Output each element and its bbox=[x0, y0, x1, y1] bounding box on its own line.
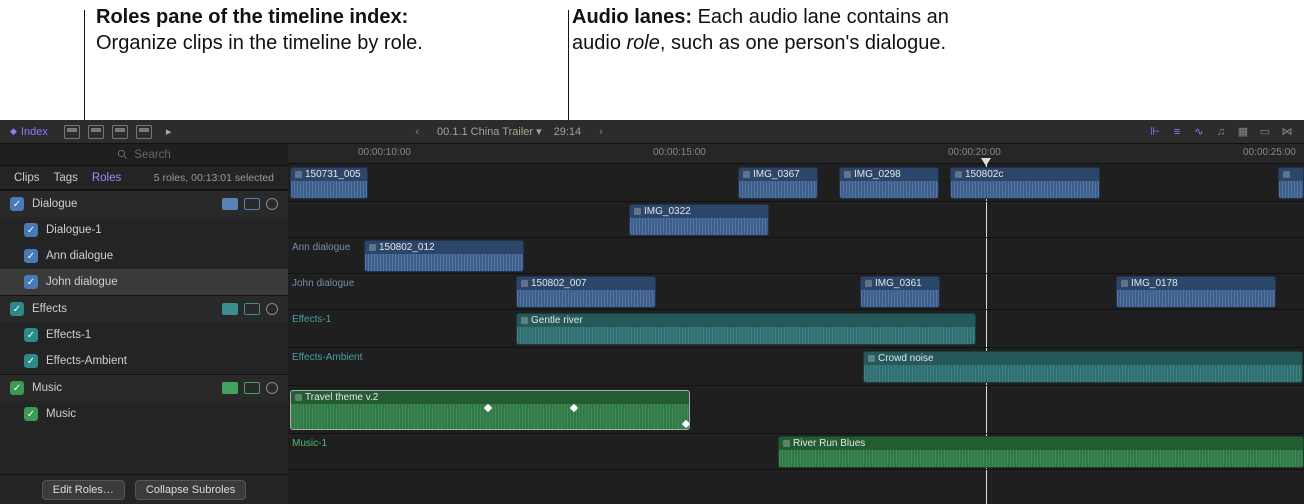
checkbox-icon[interactable] bbox=[24, 223, 38, 237]
layout-icon-1[interactable] bbox=[64, 125, 80, 139]
audio-skimming-icon[interactable]: ≡ bbox=[1170, 125, 1184, 139]
callout-roles-pane: Roles pane of the timeline index: Organi… bbox=[96, 4, 456, 56]
trim-icon[interactable]: ⋈ bbox=[1280, 125, 1294, 139]
clip[interactable]: IMG_0367 bbox=[738, 167, 818, 199]
checkbox-icon[interactable] bbox=[24, 354, 38, 368]
index-status: 5 roles, 00:13:01 selected bbox=[154, 172, 274, 184]
clip[interactable]: Gentle river bbox=[516, 313, 976, 345]
clip[interactable]: River Run Blues bbox=[778, 436, 1304, 468]
clip[interactable]: IMG_0178 bbox=[1116, 276, 1276, 308]
clip[interactable]: Crowd noise bbox=[863, 351, 1303, 383]
checkbox-icon[interactable] bbox=[10, 381, 24, 395]
search-placeholder: Search bbox=[134, 149, 170, 161]
checkbox-icon[interactable] bbox=[10, 197, 24, 211]
clip[interactable]: 150802c bbox=[950, 167, 1100, 199]
ruler-tick: 00:00:10:00 bbox=[358, 147, 411, 158]
index-button[interactable]: Index bbox=[0, 126, 58, 138]
callout-audio-lanes-bold: Audio lanes: bbox=[572, 6, 692, 28]
clip[interactable]: 150802_007 bbox=[516, 276, 656, 308]
clip[interactable]: IMG_0322 bbox=[629, 204, 769, 236]
timeline-index-sidebar: Search Clips Tags Roles 5 roles, 00:13:0… bbox=[0, 144, 288, 504]
clip[interactable]: 150731_005 bbox=[290, 167, 368, 199]
clip[interactable]: IMG_0298 bbox=[839, 167, 939, 199]
skimming-icon[interactable]: ⊩ bbox=[1148, 125, 1162, 139]
show-lane-icon[interactable] bbox=[222, 303, 238, 315]
collapse-subroles-button[interactable]: Collapse Subroles bbox=[135, 480, 246, 500]
clip[interactable]: IMG_0361 bbox=[860, 276, 940, 308]
lane-primary-sub: IMG_0322 bbox=[288, 202, 1304, 238]
callout-roles-pane-bold: Roles pane of the timeline index: bbox=[96, 6, 408, 28]
search-icon bbox=[117, 149, 128, 160]
time-ruler[interactable]: 00:00:10:00 00:00:15:00 00:00:20:00 00:0… bbox=[288, 144, 1304, 164]
tab-roles[interactable]: Roles bbox=[92, 172, 121, 184]
checkbox-icon[interactable] bbox=[24, 407, 38, 421]
ruler-tick: 00:00:20:00 bbox=[948, 147, 1001, 158]
tab-clips[interactable]: Clips bbox=[14, 172, 40, 184]
lane-john-dialogue: John dialogue 150802_007 IMG_0361 IMG_01… bbox=[288, 274, 1304, 310]
snapping-icon[interactable]: ▦ bbox=[1236, 125, 1250, 139]
app-window: Index ▸ ‹ 00.1.1 China Trailer ▾ 29:14 ›… bbox=[0, 120, 1304, 504]
display-icon[interactable]: ▭ bbox=[1258, 125, 1272, 139]
subrole-effects-ambient[interactable]: Effects-Ambient bbox=[0, 348, 288, 374]
focus-lane-icon[interactable] bbox=[244, 382, 260, 394]
layout-icon-3[interactable] bbox=[112, 125, 128, 139]
show-lane-icon[interactable] bbox=[222, 198, 238, 210]
clip[interactable]: 150802_012 bbox=[364, 240, 524, 272]
subrole-effects-1[interactable]: Effects-1 bbox=[0, 322, 288, 348]
focus-lane-icon[interactable] bbox=[244, 198, 260, 210]
clip[interactable] bbox=[1278, 167, 1304, 199]
checkbox-icon[interactable] bbox=[24, 249, 38, 263]
next-edit-icon[interactable]: › bbox=[593, 126, 609, 138]
timeline-toolbar: Index ▸ ‹ 00.1.1 China Trailer ▾ 29:14 ›… bbox=[0, 120, 1304, 144]
project-name[interactable]: 00.1.1 China Trailer ▾ bbox=[437, 125, 542, 138]
edit-roles-button[interactable]: Edit Roles… bbox=[42, 480, 125, 500]
prev-edit-icon[interactable]: ‹ bbox=[409, 126, 425, 138]
role-toggle-icon[interactable] bbox=[266, 382, 278, 394]
search-field[interactable]: Search bbox=[0, 144, 288, 166]
show-lane-icon[interactable] bbox=[222, 382, 238, 394]
checkbox-icon[interactable] bbox=[10, 302, 24, 316]
lane-ann-dialogue: Ann dialogue 150802_012 bbox=[288, 238, 1304, 274]
lane-effects-1: Effects-1 Gentle river bbox=[288, 310, 1304, 348]
pointer-tool-icon[interactable]: ▸ bbox=[158, 125, 180, 138]
role-group-effects[interactable]: Effects bbox=[0, 296, 288, 322]
role-toggle-icon[interactable] bbox=[266, 303, 278, 315]
clip-selected[interactable]: Travel theme v.2 bbox=[290, 390, 690, 430]
checkbox-icon[interactable] bbox=[24, 275, 38, 289]
roles-list: Dialogue Dialogue-1 Ann dialogue bbox=[0, 190, 288, 474]
focus-lane-icon[interactable] bbox=[244, 303, 260, 315]
role-group-dialogue[interactable]: Dialogue bbox=[0, 191, 288, 217]
headphones-icon[interactable]: ♫ bbox=[1214, 125, 1228, 139]
subrole-ann-dialogue[interactable]: Ann dialogue bbox=[0, 243, 288, 269]
lane-effects-ambient: Effects-Ambient Crowd noise bbox=[288, 348, 1304, 386]
timeline-area[interactable]: 00:00:10:00 00:00:15:00 00:00:20:00 00:0… bbox=[288, 144, 1304, 504]
layout-icon-2[interactable] bbox=[88, 125, 104, 139]
role-toggle-icon[interactable] bbox=[266, 198, 278, 210]
subrole-dialogue-1[interactable]: Dialogue-1 bbox=[0, 217, 288, 243]
subrole-john-dialogue[interactable]: John dialogue bbox=[0, 269, 288, 295]
playhead-timecode: 29:14 bbox=[554, 126, 582, 138]
callout-audio-lanes: Audio lanes: Each audio lane contains an… bbox=[572, 4, 992, 56]
solo-icon[interactable]: ∿ bbox=[1192, 125, 1206, 139]
lane-primary: 150731_005 IMG_0367 IMG_0298 150802c bbox=[288, 164, 1304, 202]
ruler-tick: 00:00:25:00 bbox=[1243, 147, 1296, 158]
tab-tags[interactable]: Tags bbox=[54, 172, 78, 184]
lane-music-selected: Travel theme v.2 bbox=[288, 386, 1304, 434]
role-group-music[interactable]: Music bbox=[0, 375, 288, 401]
layout-icon-4[interactable] bbox=[136, 125, 152, 139]
ruler-tick: 00:00:15:00 bbox=[653, 147, 706, 158]
subrole-music[interactable]: Music bbox=[0, 401, 288, 427]
checkbox-icon[interactable] bbox=[24, 328, 38, 342]
lane-music-1: Music-1 River Run Blues bbox=[288, 434, 1304, 470]
callout-roles-pane-rest: Organize clips in the timeline by role. bbox=[96, 32, 423, 54]
